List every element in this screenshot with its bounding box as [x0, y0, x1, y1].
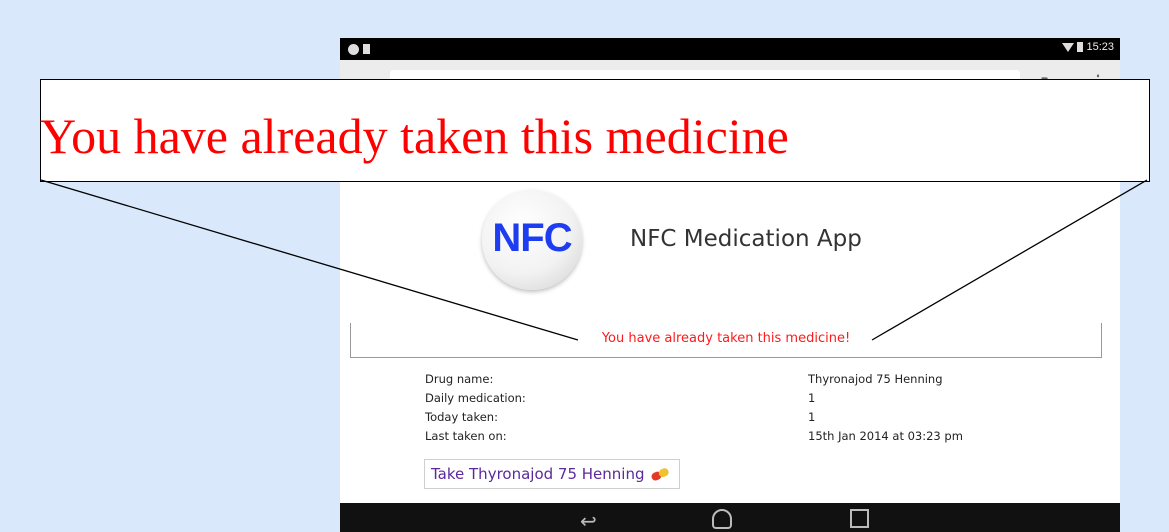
callout-pointer-left: [40, 179, 579, 341]
callout-pointer-lines: [40, 179, 1148, 341]
callout-pointer-right: [871, 179, 1148, 341]
